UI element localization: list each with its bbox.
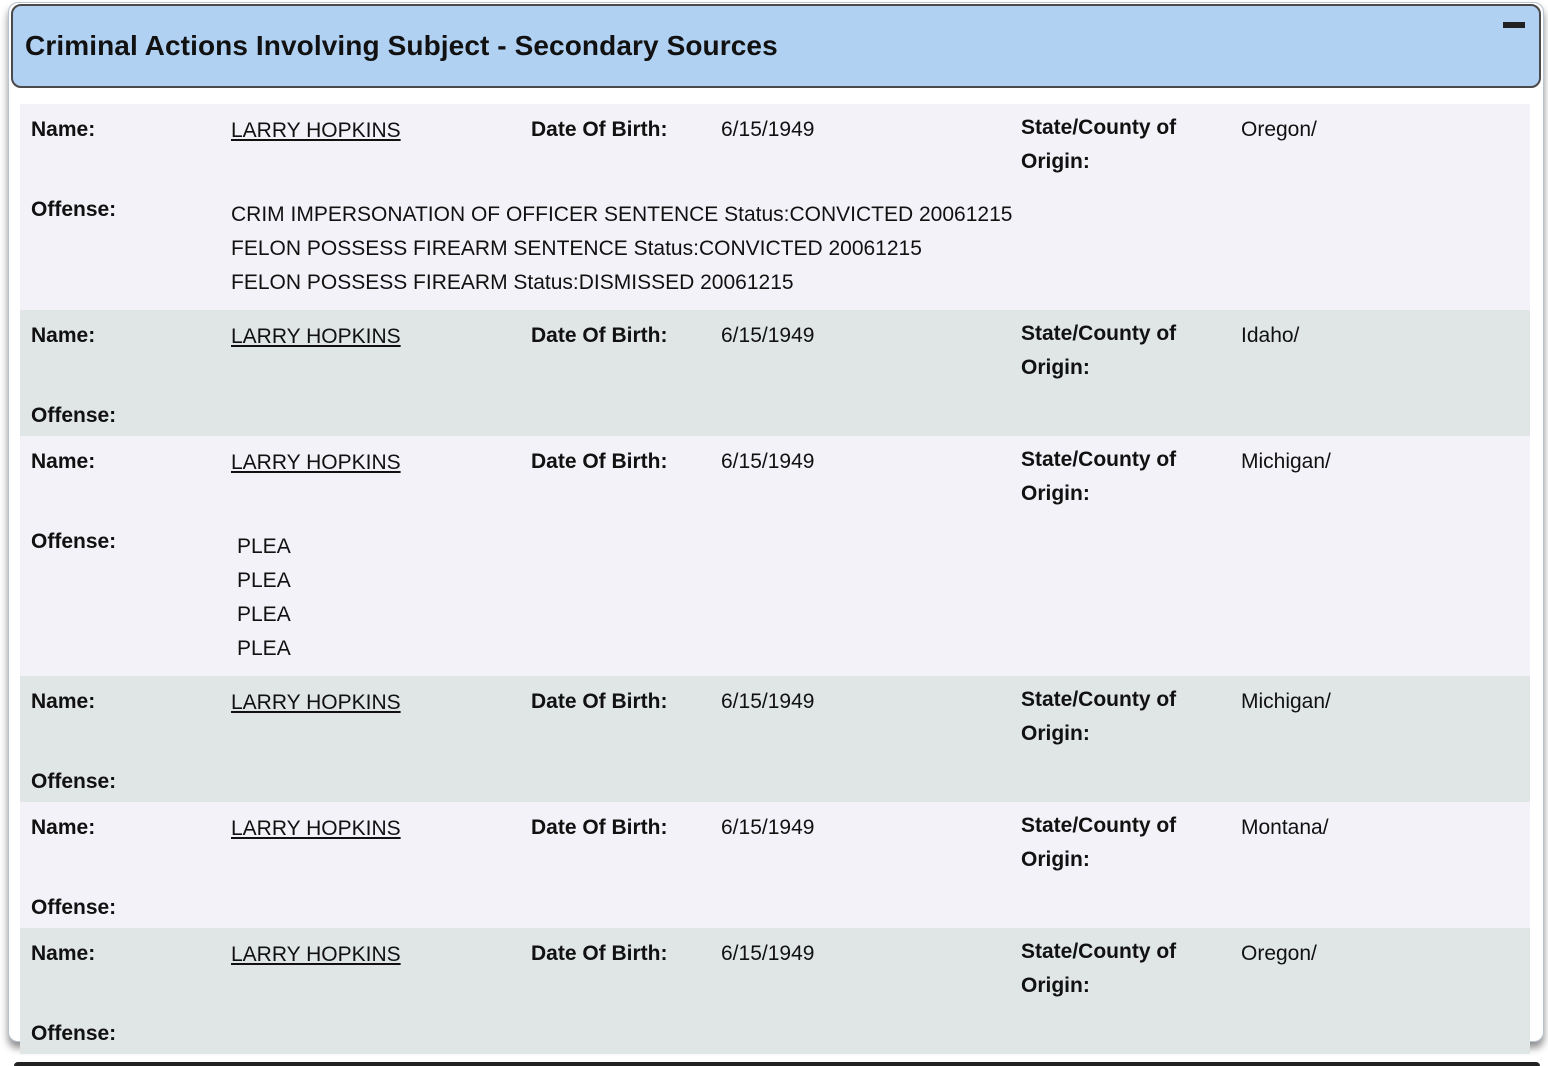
offense-label: Offense:: [31, 198, 117, 221]
offense-list: PLEA PLEA PLEA PLEA: [237, 516, 1530, 666]
origin-label: State/County of Origin:: [1021, 688, 1177, 745]
name-label: Name:: [31, 118, 96, 141]
origin-value: Michigan/: [1241, 450, 1331, 473]
dob-value: 6/15/1949: [721, 118, 815, 141]
offense-section: Offense: CRIM IMPERSONATION OF OFFICER S…: [20, 184, 1530, 310]
origin-value: Oregon/: [1241, 942, 1317, 965]
panel-title: Criminal Actions Involving Subject - Sec…: [25, 30, 778, 61]
offense-label: Offense:: [31, 404, 117, 427]
subject-name-link[interactable]: LARRY HOPKINS: [231, 817, 401, 841]
origin-value: Michigan/: [1241, 690, 1331, 713]
dob-value: 6/15/1949: [721, 324, 815, 347]
offense-item: PLEA: [237, 569, 291, 592]
offense-section: Offense:: [20, 390, 1530, 436]
record-row: Name: LARRY HOPKINS Date Of Birth: 6/15/…: [20, 310, 1530, 436]
name-label: Name:: [31, 816, 96, 839]
record-row: Name: LARRY HOPKINS Date Of Birth: 6/15/…: [20, 802, 1530, 928]
offense-section: Offense:: [20, 1008, 1530, 1054]
name-label: Name:: [31, 690, 96, 713]
offense-label: Offense:: [31, 770, 117, 793]
subject-name-link[interactable]: LARRY HOPKINS: [231, 691, 401, 715]
subject-name-link[interactable]: LARRY HOPKINS: [231, 451, 401, 475]
subject-name-link[interactable]: LARRY HOPKINS: [231, 119, 401, 143]
record-summary: Name: LARRY HOPKINS Date Of Birth: 6/15/…: [20, 928, 1530, 1008]
name-label: Name:: [31, 450, 96, 473]
dob-label: Date Of Birth:: [531, 118, 668, 141]
origin-value: Oregon/: [1241, 118, 1317, 141]
offense-label: Offense:: [31, 530, 117, 553]
record-summary: Name: LARRY HOPKINS Date Of Birth: 6/15/…: [20, 436, 1530, 516]
offense-section: Offense: PLEA PLEA PLEA PLEA: [20, 516, 1530, 676]
offense-item: FELON POSSESS FIREARM Status:DISMISSED 2…: [231, 271, 794, 294]
dob-label: Date Of Birth:: [531, 450, 668, 473]
dob-value: 6/15/1949: [721, 942, 815, 965]
offense-item: PLEA: [237, 637, 291, 660]
dob-label: Date Of Birth:: [531, 942, 668, 965]
name-label: Name:: [31, 942, 96, 965]
record-summary: Name: LARRY HOPKINS Date Of Birth: 6/15/…: [20, 802, 1530, 882]
offense-item: CRIM IMPERSONATION OF OFFICER SENTENCE S…: [231, 203, 1013, 226]
panel-header[interactable]: Criminal Actions Involving Subject - Sec…: [11, 4, 1541, 88]
dob-value: 6/15/1949: [721, 690, 815, 713]
offense-label: Offense:: [31, 896, 117, 919]
record-row: Name: LARRY HOPKINS Date Of Birth: 6/15/…: [20, 928, 1530, 1054]
offense-section: Offense:: [20, 882, 1530, 928]
dob-value: 6/15/1949: [721, 816, 815, 839]
offense-label: Offense:: [31, 1022, 117, 1045]
offense-section: Offense:: [20, 756, 1530, 802]
subject-name-link[interactable]: LARRY HOPKINS: [231, 943, 401, 967]
origin-label: State/County of Origin:: [1021, 322, 1177, 379]
origin-label: State/County of Origin:: [1021, 940, 1177, 997]
dob-value: 6/15/1949: [721, 450, 815, 473]
minus-bar: [1503, 22, 1525, 28]
record-summary: Name: LARRY HOPKINS Date Of Birth: 6/15/…: [20, 104, 1530, 184]
origin-label: State/County of Origin:: [1021, 814, 1177, 871]
origin-value: Idaho/: [1241, 324, 1300, 347]
record-row: Name: LARRY HOPKINS Date Of Birth: 6/15/…: [20, 436, 1530, 676]
offense-item: PLEA: [237, 535, 291, 558]
dob-label: Date Of Birth:: [531, 690, 668, 713]
record-summary: Name: LARRY HOPKINS Date Of Birth: 6/15/…: [20, 310, 1530, 390]
origin-label: State/County of Origin:: [1021, 116, 1177, 173]
collapse-minus-icon[interactable]: [1503, 14, 1525, 36]
name-label: Name:: [31, 324, 96, 347]
offense-item: FELON POSSESS FIREARM SENTENCE Status:CO…: [231, 237, 922, 260]
records-list: Name: LARRY HOPKINS Date Of Birth: 6/15/…: [20, 104, 1530, 1054]
dob-label: Date Of Birth:: [531, 816, 668, 839]
offense-item: PLEA: [237, 603, 291, 626]
offense-list: CRIM IMPERSONATION OF OFFICER SENTENCE S…: [231, 184, 1530, 300]
subject-name-link[interactable]: LARRY HOPKINS: [231, 325, 401, 349]
origin-label: State/County of Origin:: [1021, 448, 1177, 505]
dob-label: Date Of Birth:: [531, 324, 668, 347]
criminal-actions-panel: Criminal Actions Involving Subject - Sec…: [8, 2, 1544, 1054]
record-summary: Name: LARRY HOPKINS Date Of Birth: 6/15/…: [20, 676, 1530, 756]
next-panel-edge: [14, 1062, 1540, 1066]
record-row: Name: LARRY HOPKINS Date Of Birth: 6/15/…: [20, 104, 1530, 310]
record-row: Name: LARRY HOPKINS Date Of Birth: 6/15/…: [20, 676, 1530, 802]
origin-value: Montana/: [1241, 816, 1329, 839]
